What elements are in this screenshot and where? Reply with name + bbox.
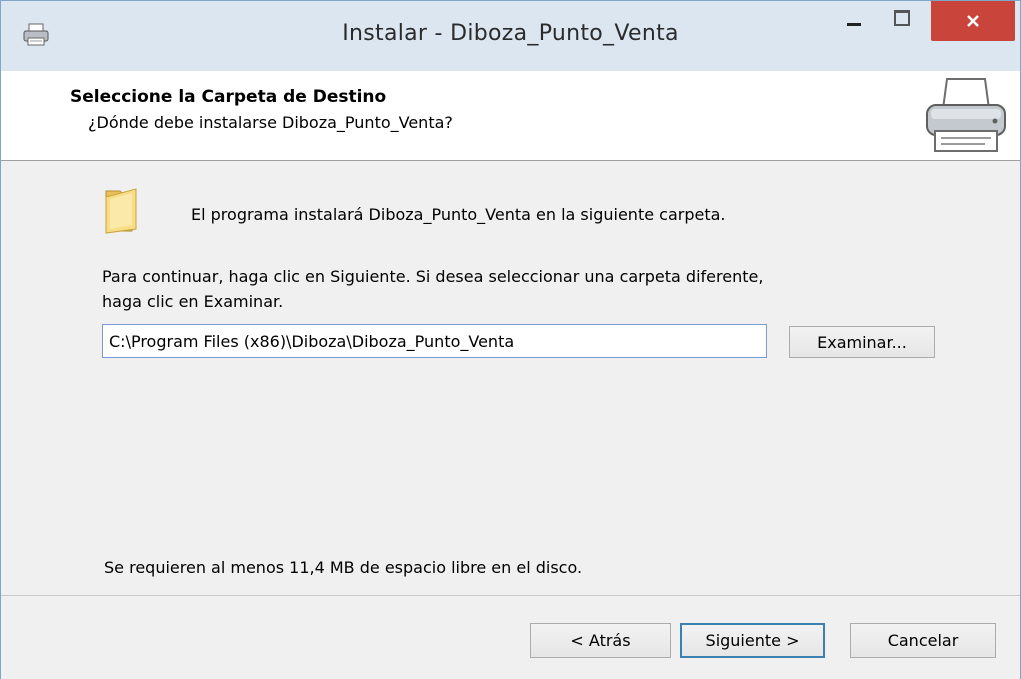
minimize-button[interactable] xyxy=(831,1,877,41)
back-button[interactable]: < Atrás xyxy=(530,623,671,658)
instructions-line-2: haga clic en Examinar. xyxy=(102,292,284,311)
wizard-body: El programa instalará Diboza_Punto_Venta… xyxy=(1,161,1020,595)
browse-button[interactable]: Examinar... xyxy=(789,326,935,358)
close-button[interactable] xyxy=(931,1,1015,41)
disk-space-text: Se requieren al menos 11,4 MB de espacio… xyxy=(104,558,583,577)
next-button[interactable]: Siguiente > xyxy=(680,623,825,658)
intro-text: El programa instalará Diboza_Punto_Venta… xyxy=(191,205,726,224)
install-path-input[interactable] xyxy=(102,324,767,358)
page-title: Seleccione la Carpeta de Destino xyxy=(70,87,387,107)
instructions-line-1: Para continuar, haga clic en Siguiente. … xyxy=(102,267,764,286)
cancel-button[interactable]: Cancelar xyxy=(850,623,996,658)
maximize-icon xyxy=(894,10,910,26)
installer-window: Instalar - Diboza_Punto_Venta Seleccione… xyxy=(0,0,1021,679)
folder-icon xyxy=(102,185,150,235)
minimize-icon xyxy=(847,22,861,26)
printer-icon xyxy=(919,75,1011,157)
wizard-footer: < Atrás Siguiente > Cancelar xyxy=(1,595,1020,679)
title-bar[interactable]: Instalar - Diboza_Punto_Venta xyxy=(1,1,1020,71)
maximize-button[interactable] xyxy=(879,1,925,41)
close-icon xyxy=(967,15,979,27)
instructions-text: Para continuar, haga clic en Siguiente. … xyxy=(102,264,932,314)
wizard-header: Seleccione la Carpeta de Destino ¿Dónde … xyxy=(1,71,1020,161)
page-subtitle: ¿Dónde debe instalarse Diboza_Punto_Vent… xyxy=(88,113,453,132)
